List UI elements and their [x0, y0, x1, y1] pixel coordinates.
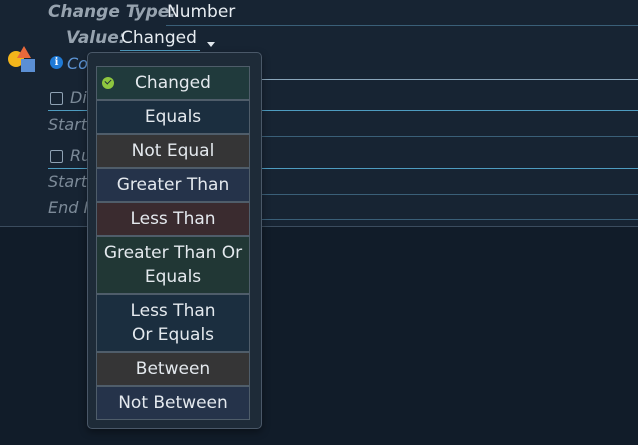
row1-start-label: Start	[48, 115, 88, 134]
divider-line-1	[258, 79, 638, 80]
change-type-label: Change Type:	[48, 2, 177, 22]
option-label: Not Between	[118, 393, 228, 413]
option-less-than-or-equals[interactable]: Less Than Or Equals	[96, 294, 250, 352]
row2-end-label: End I	[48, 198, 89, 217]
option-not-equal[interactable]: Not Equal	[96, 134, 250, 168]
option-label: Equals	[144, 107, 202, 127]
value-dropdown-menu: Changed Equals Not Equal Greater Than Le…	[87, 52, 262, 429]
option-label: Greater Than	[116, 175, 230, 195]
option-changed[interactable]: Changed	[96, 66, 250, 100]
change-type-underline	[166, 25, 638, 26]
option-greater-than-or-equals[interactable]: Greater Than Or Equals	[96, 236, 250, 294]
change-type-value[interactable]: Number	[167, 2, 235, 22]
info-icon: i	[50, 56, 63, 69]
shapes-icon	[8, 46, 35, 72]
option-label: Less Than	[130, 209, 216, 229]
value-label: Value:	[66, 28, 126, 48]
option-equals[interactable]: Equals	[96, 100, 250, 134]
value-select[interactable]: Changed	[121, 28, 197, 48]
row1-checkbox[interactable]	[50, 92, 63, 105]
option-less-than[interactable]: Less Than	[96, 202, 250, 236]
screen: Change Type: Number Value: Changed i Co …	[0, 0, 638, 445]
row2-start-underline	[258, 194, 638, 195]
chevron-down-icon[interactable]	[207, 42, 215, 47]
option-label: Not Equal	[131, 141, 215, 161]
row1-checkbox-label: Di	[70, 88, 87, 107]
row2-start-label: Start	[48, 172, 88, 191]
value-select-underline	[120, 50, 200, 51]
option-between[interactable]: Between	[96, 352, 250, 386]
row1-start-underline	[258, 136, 638, 137]
option-greater-than[interactable]: Greater Than	[96, 168, 250, 202]
row2-checkbox[interactable]	[50, 150, 63, 163]
option-label: Less Than Or Equals	[130, 301, 216, 345]
option-not-between[interactable]: Not Between	[96, 386, 250, 420]
check-icon	[102, 77, 114, 89]
option-label: Between	[135, 359, 211, 379]
row2-end-underline	[258, 219, 638, 220]
info-text: Co	[67, 54, 88, 73]
option-label: Changed	[135, 73, 211, 93]
option-label: Greater Than Or Equals	[103, 243, 243, 287]
